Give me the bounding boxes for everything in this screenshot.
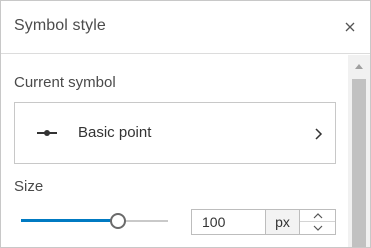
symbol-style-panel: Symbol style Current symbol Basic point …	[0, 0, 371, 248]
chevron-right-icon	[315, 128, 323, 140]
symbol-name: Basic point	[78, 124, 152, 141]
close-icon	[345, 22, 355, 32]
decrement-button[interactable]	[300, 222, 335, 234]
point-symbol-icon	[37, 130, 57, 136]
close-button[interactable]	[341, 18, 359, 36]
current-symbol-label: Current symbol	[14, 74, 116, 91]
panel-header: Symbol style	[1, 1, 370, 54]
panel-content: Current symbol Basic point Size px	[1, 55, 348, 247]
size-slider[interactable]	[21, 210, 168, 232]
scrollbar-thumb[interactable]	[352, 79, 366, 247]
current-symbol-button[interactable]: Basic point	[14, 102, 336, 164]
size-stepper	[299, 209, 336, 235]
increment-button[interactable]	[300, 210, 335, 222]
chevron-up-icon	[313, 212, 322, 218]
size-label: Size	[14, 178, 44, 195]
slider-fill	[21, 219, 118, 222]
slider-thumb[interactable]	[110, 213, 126, 229]
vertical-scrollbar[interactable]	[348, 55, 370, 247]
scroll-up-icon[interactable]	[354, 62, 364, 70]
chevron-down-icon	[313, 225, 322, 231]
panel-title: Symbol style	[14, 17, 106, 34]
size-input[interactable]	[191, 209, 266, 235]
unit-label: px	[265, 209, 300, 235]
